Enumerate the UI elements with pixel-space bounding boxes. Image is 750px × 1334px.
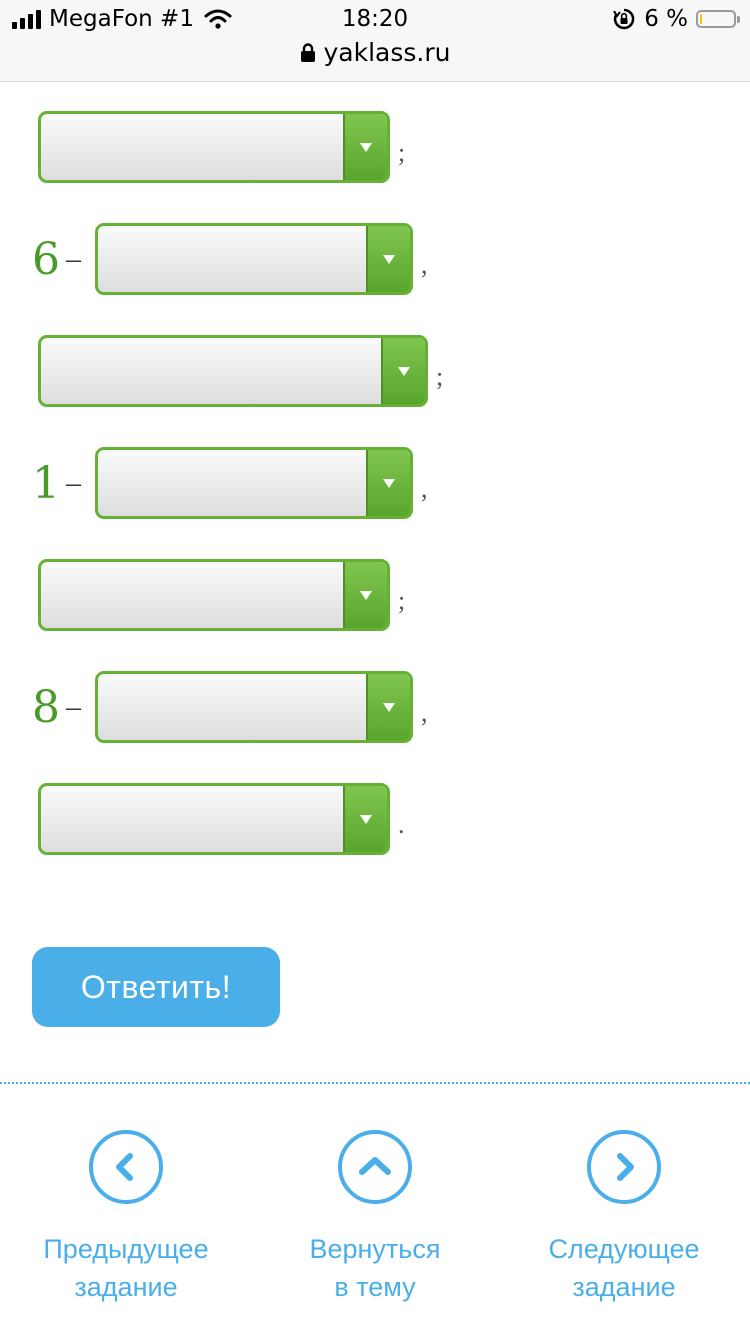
- select-field[interactable]: [41, 114, 343, 180]
- next-task-link[interactable]: Следующее задание: [514, 1130, 734, 1306]
- dropdown-arrow-icon[interactable]: [343, 786, 387, 852]
- select-field[interactable]: [41, 338, 381, 404]
- dropdown-arrow-icon[interactable]: [366, 450, 410, 516]
- answer-select-4[interactable]: [95, 447, 413, 519]
- number-label: 6: [32, 233, 60, 285]
- number-label: 8: [32, 681, 60, 733]
- divider: [0, 1082, 750, 1084]
- answer-select-6[interactable]: [95, 671, 413, 743]
- chevron-right-icon[interactable]: [587, 1130, 661, 1204]
- chevron-up-icon[interactable]: [338, 1130, 412, 1204]
- back-to-topic-label[interactable]: Вернуться в тему: [265, 1230, 485, 1306]
- status-right: 6 %: [612, 6, 740, 32]
- dropdown-arrow-icon[interactable]: [366, 674, 410, 740]
- select-field[interactable]: [41, 786, 343, 852]
- prev-task-link[interactable]: Предыдущее задание: [16, 1130, 236, 1306]
- answer-select-5[interactable]: [38, 559, 390, 631]
- battery-percent: 6 %: [644, 6, 688, 32]
- dash: –: [66, 242, 81, 275]
- number-label: 1: [32, 457, 60, 509]
- answer-select-2[interactable]: [95, 223, 413, 295]
- punctuation: ;: [436, 362, 444, 391]
- answer-row-1: ;: [0, 109, 405, 185]
- dropdown-arrow-icon[interactable]: [381, 338, 425, 404]
- dropdown-arrow-icon[interactable]: [366, 226, 410, 292]
- address-bar[interactable]: yaklass.ru: [0, 38, 750, 67]
- url-text: yaklass.ru: [323, 38, 451, 67]
- answer-select-1[interactable]: [38, 111, 390, 183]
- select-field[interactable]: [98, 674, 366, 740]
- answer-row-2: 6 – ,: [0, 221, 428, 297]
- punctuation: .: [398, 810, 405, 839]
- answer-row-3: ;: [0, 333, 443, 409]
- dash: –: [66, 466, 81, 499]
- answer-row-6: 8 – ,: [0, 669, 428, 745]
- next-task-label[interactable]: Следующее задание: [514, 1230, 734, 1306]
- back-to-topic-link[interactable]: Вернуться в тему: [265, 1130, 485, 1306]
- answer-select-7[interactable]: [38, 783, 390, 855]
- punctuation: ;: [398, 586, 406, 615]
- status-bar: MegaFon #1 18:20 6 % yaklass.ru: [0, 0, 750, 82]
- select-field[interactable]: [98, 450, 366, 516]
- select-field[interactable]: [41, 562, 343, 628]
- dropdown-arrow-icon[interactable]: [343, 562, 387, 628]
- answer-row-4: 1 – ,: [0, 445, 428, 521]
- chevron-left-icon[interactable]: [89, 1130, 163, 1204]
- dropdown-arrow-icon[interactable]: [343, 114, 387, 180]
- punctuation: ,: [421, 474, 428, 503]
- answer-row-7: .: [0, 781, 405, 857]
- answer-select-3[interactable]: [38, 335, 428, 407]
- select-field[interactable]: [98, 226, 366, 292]
- dash: –: [66, 690, 81, 723]
- punctuation: ,: [421, 250, 428, 279]
- punctuation: ;: [398, 138, 406, 167]
- orientation-lock-icon: [613, 8, 635, 30]
- lock-icon: [300, 43, 315, 62]
- answer-button[interactable]: Ответить!: [32, 947, 280, 1027]
- prev-task-label[interactable]: Предыдущее задание: [16, 1230, 236, 1306]
- punctuation: ,: [421, 698, 428, 727]
- battery-icon: [696, 10, 740, 28]
- answer-row-5: ;: [0, 557, 405, 633]
